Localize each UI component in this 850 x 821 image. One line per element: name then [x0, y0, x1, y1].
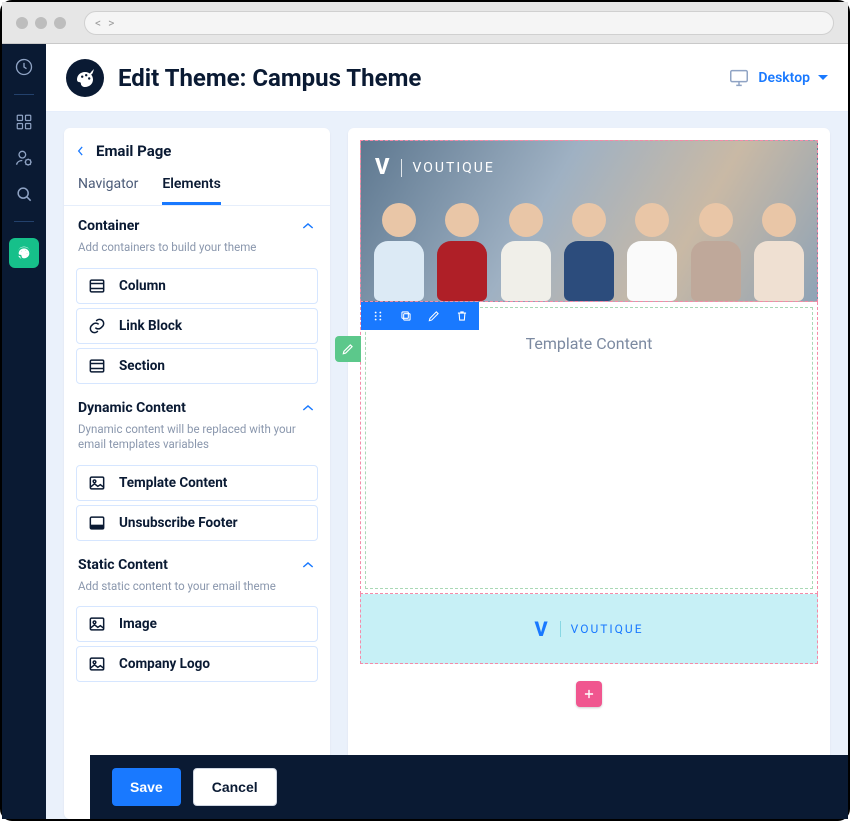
chevron-down-icon: [818, 75, 828, 80]
nav-user-settings-icon[interactable]: [13, 147, 35, 169]
column-icon: [87, 276, 107, 296]
element-label: Image: [119, 616, 157, 632]
section-desc: Add containers to build your theme: [64, 240, 330, 264]
duplicate-icon[interactable]: [393, 304, 419, 328]
hero-image-block[interactable]: VVOUTIQUE: [360, 140, 818, 302]
section-desc: Add static content to your email theme: [64, 579, 330, 603]
window-dot: [54, 17, 66, 29]
section-static-toggle[interactable]: Static Content: [64, 545, 330, 579]
template-content-block[interactable]: Template Content: [360, 302, 818, 594]
element-company-logo[interactable]: Company Logo: [76, 646, 318, 682]
section-dynamic-toggle[interactable]: Dynamic Content: [64, 388, 330, 422]
chevron-left-icon: [74, 144, 88, 158]
image-icon: [87, 654, 107, 674]
element-template-content[interactable]: Template Content: [76, 465, 318, 501]
window-dot: [16, 17, 28, 29]
theme-icon: [66, 59, 104, 97]
footer-brand: VOUTIQUE: [571, 622, 644, 636]
section-title: Container: [78, 218, 139, 234]
nav-separator: [14, 221, 34, 222]
delete-icon[interactable]: [449, 304, 475, 328]
chevron-up-icon: [300, 557, 316, 573]
chevron-up-icon: [300, 218, 316, 234]
link-icon: [87, 316, 107, 336]
chevron-up-icon: [300, 400, 316, 416]
plus-icon: [582, 687, 596, 701]
url-bar[interactable]: < >: [84, 11, 834, 35]
editor-header: Edit Theme: Campus Theme Desktop: [46, 44, 848, 112]
window-dot: [35, 17, 47, 29]
edit-icon[interactable]: [421, 304, 447, 328]
image-icon: [87, 473, 107, 493]
nav-search-icon[interactable]: [13, 183, 35, 205]
action-bar: Save Cancel: [90, 755, 848, 819]
hero-logo: VVOUTIQUE: [375, 155, 495, 180]
footer-icon: [87, 513, 107, 533]
browser-frame: < >: [2, 2, 848, 44]
panel-back-label: Email Page: [96, 142, 171, 160]
nav-separator: [14, 94, 34, 95]
element-image[interactable]: Image: [76, 606, 318, 642]
nav-history-icon[interactable]: [13, 56, 35, 78]
block-toolbar: [361, 302, 479, 330]
template-placeholder: Template Content: [526, 334, 653, 353]
brand-text: VOUTIQUE: [412, 160, 494, 176]
element-column[interactable]: Column: [76, 268, 318, 304]
window-controls: [16, 17, 66, 29]
page-title: Edit Theme: Campus Theme: [118, 64, 421, 92]
section-container-toggle[interactable]: Container: [64, 206, 330, 240]
save-button[interactable]: Save: [112, 768, 181, 806]
viewport-selector[interactable]: Desktop: [728, 67, 828, 89]
image-icon: [87, 614, 107, 634]
panel-scroll: Container Add containers to build your t…: [64, 206, 330, 692]
panel-tabs: Navigator Elements: [64, 170, 330, 206]
add-section-button[interactable]: [576, 681, 602, 707]
section-icon: [87, 356, 107, 376]
elements-panel: Email Page Navigator Elements Container …: [64, 128, 330, 819]
element-label: Column: [119, 278, 166, 294]
theme-canvas[interactable]: VVOUTIQUE: [360, 140, 818, 695]
element-label: Company Logo: [119, 656, 210, 672]
panel-back[interactable]: Email Page: [64, 136, 330, 170]
side-nav: [2, 44, 46, 819]
element-unsubscribe-footer[interactable]: Unsubscribe Footer: [76, 505, 318, 541]
section-desc: Dynamic content will be replaced with yo…: [64, 422, 330, 461]
element-label: Section: [119, 358, 165, 374]
tab-elements[interactable]: Elements: [162, 170, 220, 205]
element-label: Link Block: [119, 318, 182, 334]
drag-handle-icon[interactable]: [365, 304, 391, 328]
nav-apps-icon[interactable]: [13, 111, 35, 133]
tab-navigator[interactable]: Navigator: [78, 170, 138, 205]
nav-theme-editor-icon[interactable]: [9, 238, 39, 268]
cancel-button[interactable]: Cancel: [193, 768, 277, 806]
viewport-label: Desktop: [758, 70, 810, 86]
element-link-block[interactable]: Link Block: [76, 308, 318, 344]
element-label: Template Content: [119, 475, 227, 491]
element-section[interactable]: Section: [76, 348, 318, 384]
element-label: Unsubscribe Footer: [119, 515, 238, 531]
monitor-icon: [728, 67, 750, 89]
side-edit-button[interactable]: [335, 336, 361, 362]
section-title: Dynamic Content: [78, 400, 186, 416]
section-title: Static Content: [78, 557, 168, 573]
footer-block[interactable]: VVOUTIQUE: [360, 594, 818, 664]
canvas-wrap: VVOUTIQUE: [348, 128, 830, 819]
